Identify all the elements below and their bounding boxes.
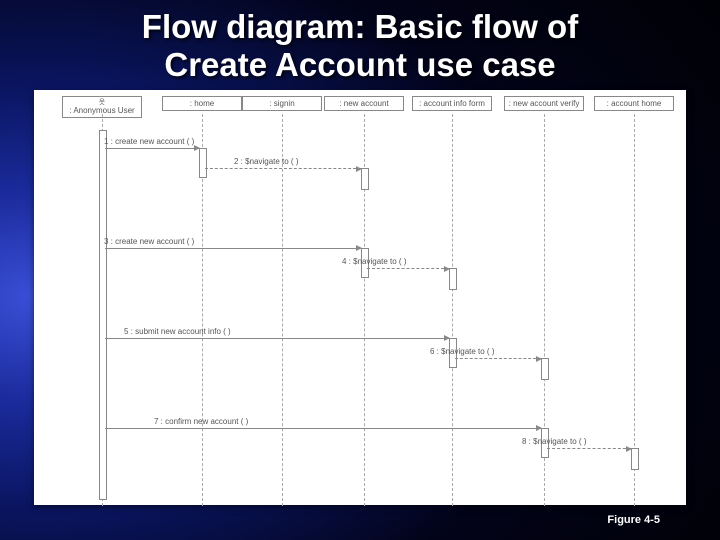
page-title: Flow diagram: Basic flow of Create Accou… <box>0 0 720 86</box>
title-line-1: Flow diagram: Basic flow of <box>10 8 710 46</box>
lifeline-head: : account home <box>594 96 674 111</box>
lifeline-head: : new account verify <box>504 96 584 111</box>
message-label: 6 : $navigate to ( ) <box>430 347 494 356</box>
actor-icon: 옷 <box>66 99 138 106</box>
lifeline-verify: : new account verify <box>504 96 584 111</box>
message-label: 4 : $navigate to ( ) <box>342 257 406 266</box>
message-label: 1 : create new account ( ) <box>104 137 194 146</box>
lifeline-actor: 옷: Anonymous User <box>62 96 142 118</box>
activation-bar <box>631 448 639 470</box>
lifeline-label: : signin <box>269 99 294 108</box>
message-arrow <box>105 248 361 249</box>
lifeline-label: : account info form <box>419 99 485 108</box>
message-arrow <box>455 358 541 359</box>
message-label: 2 : $navigate to ( ) <box>234 157 298 166</box>
lifeline-label: : new account verify <box>509 99 580 108</box>
lifeline-head: : home <box>162 96 242 111</box>
title-line-2: Create Account use case <box>10 46 710 84</box>
message-arrow <box>105 428 541 429</box>
lifeline-home: : home <box>162 96 242 111</box>
message-label: 7 : confirm new account ( ) <box>154 417 248 426</box>
lifeline-newacct: : new account <box>324 96 404 111</box>
lifeline-signin: : signin <box>242 96 322 111</box>
lifeline-line <box>282 114 283 506</box>
activation-bar <box>199 148 207 178</box>
message-arrow <box>547 448 631 449</box>
sequence-diagram: 옷: Anonymous User : home : signin : new acc… <box>34 90 686 505</box>
lifeline-form: : account info form <box>412 96 492 111</box>
lifeline-head: : new account <box>324 96 404 111</box>
lifeline-head: : signin <box>242 96 322 111</box>
lifeline-label: : account home <box>607 99 662 108</box>
activation-bar <box>541 358 549 380</box>
lifeline-label: : new account <box>339 99 388 108</box>
figure-number: Figure 4-5 <box>607 514 660 526</box>
lifeline-label: : home <box>190 99 214 108</box>
message-label: 8 : $navigate to ( ) <box>522 437 586 446</box>
message-arrow <box>105 148 199 149</box>
activation-bar <box>361 168 369 190</box>
message-label: 5 : submit new account info ( ) <box>124 327 231 336</box>
activation-bar <box>449 268 457 290</box>
lifeline-acchome: : account home <box>594 96 674 111</box>
activation-bar <box>99 130 107 500</box>
message-label: 3 : create new account ( ) <box>104 237 194 246</box>
message-arrow <box>367 268 449 269</box>
message-arrow <box>105 338 449 339</box>
message-arrow <box>205 168 361 169</box>
lifeline-line <box>452 114 453 506</box>
lifeline-head: : account info form <box>412 96 492 111</box>
